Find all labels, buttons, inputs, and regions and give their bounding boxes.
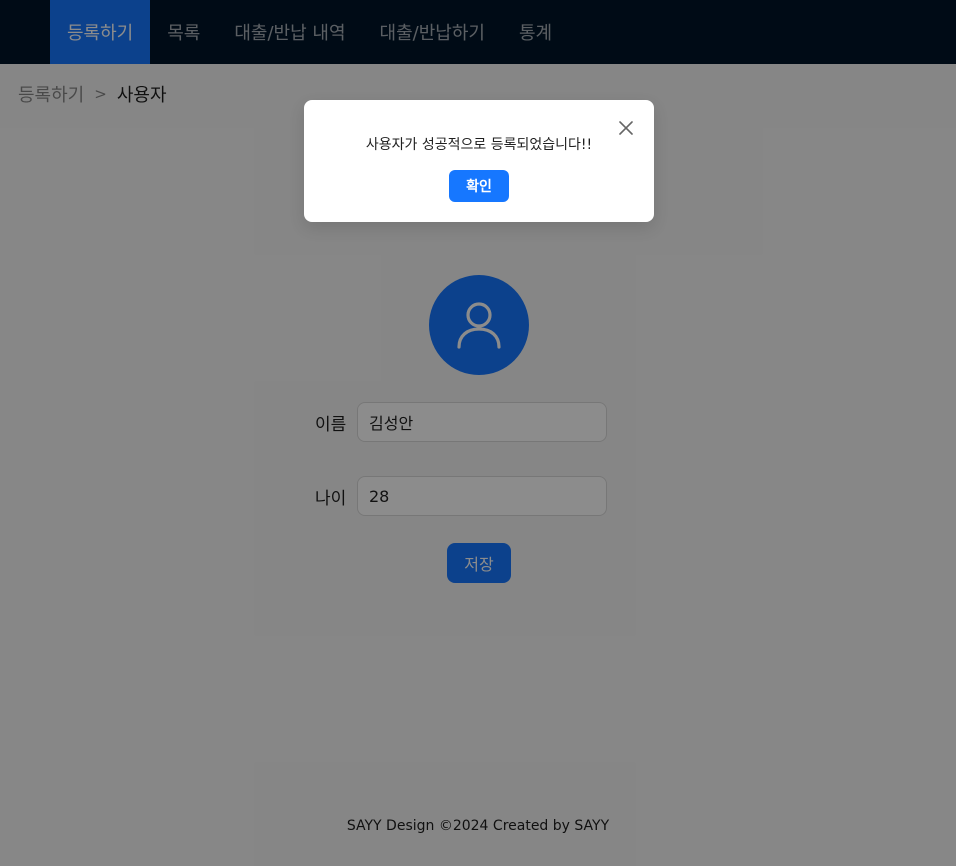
modal-message: 사용자가 성공적으로 등록되었습니다!! — [365, 137, 593, 153]
confirm-button[interactable]: 확인 — [449, 170, 509, 202]
success-modal: 사용자가 성공적으로 등록되었습니다!! 확인 — [304, 100, 654, 222]
